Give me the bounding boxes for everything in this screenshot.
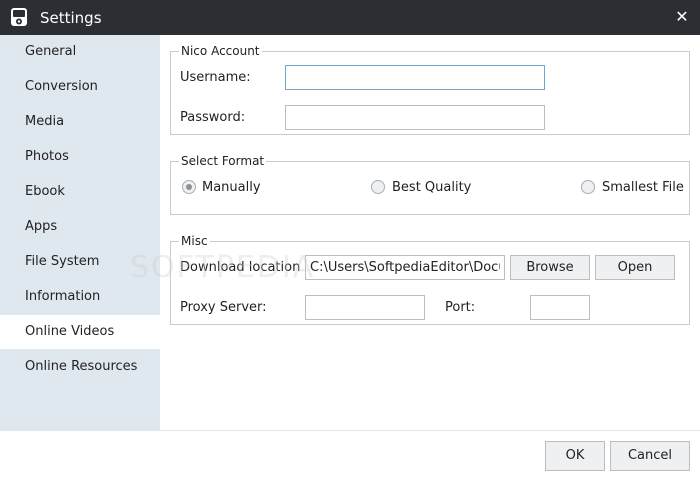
close-icon[interactable]: ✕ [674, 9, 690, 25]
sidebar-item-file-system[interactable]: File System [0, 245, 160, 279]
radio-best-quality[interactable] [371, 180, 385, 194]
sidebar-item-general[interactable]: General [0, 35, 160, 69]
radio-best-quality-label[interactable]: Best Quality [392, 179, 471, 197]
port-label: Port: [445, 300, 476, 315]
radio-smallest-file-label[interactable]: Smallest File [602, 179, 684, 197]
ok-button[interactable]: OK [545, 441, 605, 471]
media-player-icon [11, 8, 27, 26]
port-input[interactable] [530, 295, 590, 320]
select-format-group: Select Format Manually Best Quality Smal… [170, 153, 690, 215]
settings-sidebar: General Conversion Media Photos Ebook Ap… [0, 35, 160, 430]
proxy-server-label: Proxy Server: [180, 300, 267, 315]
misc-title: Misc [179, 233, 210, 249]
misc-group: Misc Download location Browse Open Proxy… [170, 233, 690, 325]
sidebar-item-conversion[interactable]: Conversion [0, 70, 160, 104]
radio-smallest-file[interactable] [581, 180, 595, 194]
window-title: Settings [40, 9, 102, 27]
nico-account-title: Nico Account [179, 43, 262, 59]
nico-account-group: Nico Account Username: Password: [170, 43, 690, 135]
sidebar-item-photos[interactable]: Photos [0, 140, 160, 174]
dialog-footer: OK Cancel [0, 430, 700, 480]
download-location-input[interactable] [305, 255, 505, 280]
sidebar-item-apps[interactable]: Apps [0, 210, 160, 244]
sidebar-item-ebook[interactable]: Ebook [0, 175, 160, 209]
title-bar: Settings ✕ [0, 0, 700, 35]
radio-manually-label[interactable]: Manually [202, 179, 261, 197]
sidebar-item-online-resources[interactable]: Online Resources [0, 350, 160, 384]
radio-manually[interactable] [182, 180, 196, 194]
download-location-label: Download location [180, 260, 301, 275]
sidebar-item-media[interactable]: Media [0, 105, 160, 139]
sidebar-item-online-videos[interactable]: Online Videos [0, 315, 160, 349]
sidebar-item-information[interactable]: Information [0, 280, 160, 314]
username-label: Username: [180, 70, 251, 85]
select-format-title: Select Format [179, 153, 267, 169]
password-input[interactable] [285, 105, 545, 130]
username-input[interactable] [285, 65, 545, 90]
password-label: Password: [180, 110, 246, 125]
cancel-button[interactable]: Cancel [610, 441, 690, 471]
browse-button[interactable]: Browse [510, 255, 590, 280]
proxy-server-input[interactable] [305, 295, 425, 320]
open-button[interactable]: Open [595, 255, 675, 280]
